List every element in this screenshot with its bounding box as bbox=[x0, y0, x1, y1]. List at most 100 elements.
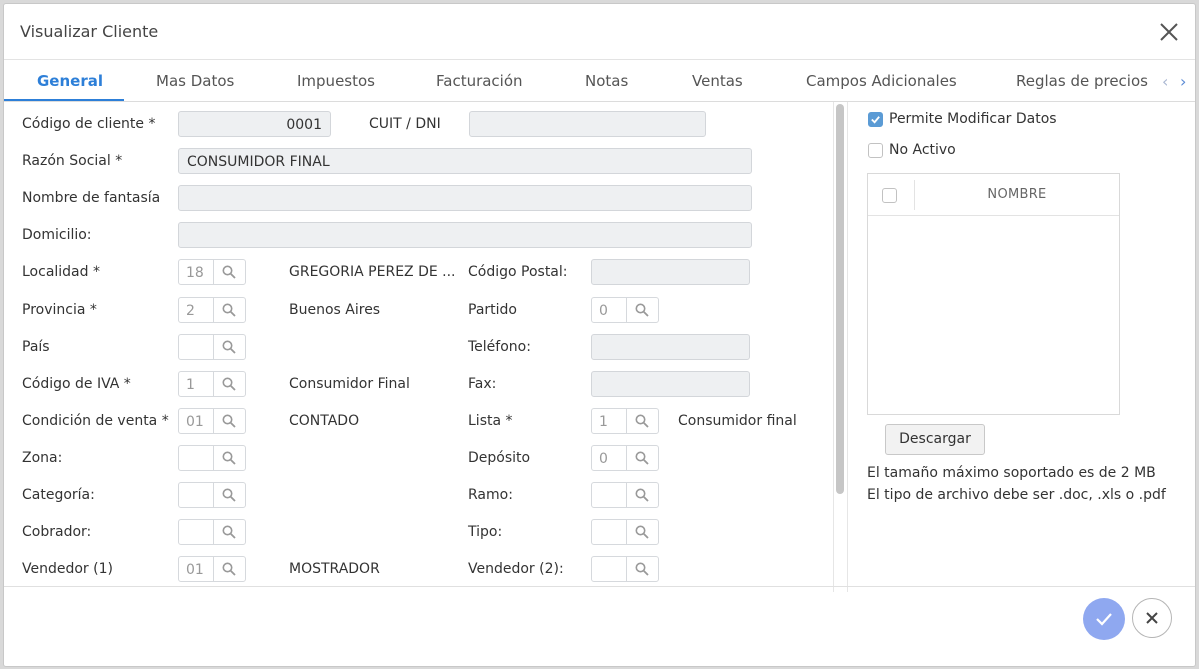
dialog-title: Visualizar Cliente bbox=[20, 22, 159, 41]
search-icon[interactable] bbox=[214, 557, 245, 581]
search-icon[interactable] bbox=[214, 446, 245, 470]
nombre-fantasia-field[interactable] bbox=[178, 185, 752, 211]
codigo-cliente-field[interactable]: 0001 bbox=[178, 111, 331, 137]
client-dialog: Visualizar Cliente General Mas Datos Imp… bbox=[3, 3, 1196, 667]
tab-notas[interactable]: Notas bbox=[585, 72, 628, 90]
deposito-lookup[interactable]: 0 bbox=[591, 445, 659, 471]
chevron-right-icon[interactable]: › bbox=[1180, 72, 1186, 91]
vendedor2-code[interactable] bbox=[592, 557, 627, 581]
fax-field[interactable] bbox=[591, 371, 750, 397]
cobrador-code[interactable] bbox=[179, 520, 214, 544]
telefono-field[interactable] bbox=[591, 334, 750, 360]
pais-lookup[interactable] bbox=[178, 334, 246, 360]
nombre-column-header[interactable]: NOMBRE bbox=[915, 187, 1119, 202]
vendedor2-label: Vendedor (2): bbox=[468, 561, 564, 577]
lista-label: Lista * bbox=[468, 413, 513, 429]
tab-mas-datos[interactable]: Mas Datos bbox=[156, 72, 234, 90]
condicion-venta-code[interactable]: 01 bbox=[179, 409, 214, 433]
vendedor1-code[interactable]: 01 bbox=[179, 557, 214, 581]
active-tab-indicator bbox=[4, 99, 124, 101]
permite-modificar-label: Permite Modificar Datos bbox=[889, 111, 1057, 127]
tab-ventas[interactable]: Ventas bbox=[692, 72, 743, 90]
codigo-iva-label: Código de IVA * bbox=[22, 376, 131, 392]
chevron-left-icon[interactable]: ‹ bbox=[1162, 72, 1168, 91]
tab-campos-adicionales[interactable]: Campos Adicionales bbox=[806, 72, 957, 90]
vendedor1-lookup[interactable]: 01 bbox=[178, 556, 246, 582]
provincia-code[interactable]: 2 bbox=[179, 298, 214, 322]
info-type-text: El tipo de archivo debe ser .doc, .xls o… bbox=[867, 487, 1166, 503]
tab-facturacion[interactable]: Facturación bbox=[436, 72, 523, 90]
search-icon[interactable] bbox=[627, 557, 658, 581]
search-icon[interactable] bbox=[214, 335, 245, 359]
categoria-code[interactable] bbox=[179, 483, 214, 507]
search-icon[interactable] bbox=[214, 372, 245, 396]
scrollbar-thumb[interactable] bbox=[836, 104, 844, 494]
download-button[interactable]: Descargar bbox=[885, 424, 985, 455]
search-icon[interactable] bbox=[214, 409, 245, 433]
cobrador-lookup[interactable] bbox=[178, 519, 246, 545]
lista-desc: Consumidor final bbox=[678, 413, 797, 429]
cancel-button[interactable] bbox=[1132, 598, 1172, 638]
tab-general[interactable]: General bbox=[37, 72, 103, 90]
condicion-venta-label: Condición de venta * bbox=[22, 413, 169, 429]
permite-modificar-checkbox[interactable] bbox=[868, 112, 883, 127]
partido-lookup[interactable]: 0 bbox=[591, 297, 659, 323]
categoria-label: Categoría: bbox=[22, 487, 95, 503]
codigo-postal-field[interactable] bbox=[591, 259, 750, 285]
codigo-iva-lookup[interactable]: 1 bbox=[178, 371, 246, 397]
tipo-lookup[interactable] bbox=[591, 519, 659, 545]
domicilio-field[interactable] bbox=[178, 222, 752, 248]
select-all-checkbox[interactable] bbox=[882, 188, 897, 203]
pais-code[interactable] bbox=[179, 335, 214, 359]
cuit-dni-field[interactable] bbox=[469, 111, 706, 137]
search-icon[interactable] bbox=[627, 520, 658, 544]
zona-code[interactable] bbox=[179, 446, 214, 470]
localidad-code[interactable]: 18 bbox=[179, 260, 214, 284]
tab-bar: General Mas Datos Impuestos Facturación … bbox=[4, 60, 1195, 102]
provincia-label: Provincia * bbox=[22, 302, 97, 318]
telefono-label: Teléfono: bbox=[468, 339, 531, 355]
deposito-code[interactable]: 0 bbox=[592, 446, 627, 470]
dialog-header: Visualizar Cliente bbox=[4, 4, 1195, 60]
fax-label: Fax: bbox=[468, 376, 497, 392]
tab-impuestos[interactable]: Impuestos bbox=[297, 72, 375, 90]
search-icon[interactable] bbox=[627, 409, 658, 433]
search-icon[interactable] bbox=[214, 483, 245, 507]
search-icon[interactable] bbox=[627, 483, 658, 507]
lista-code[interactable]: 1 bbox=[592, 409, 627, 433]
check-icon bbox=[1096, 613, 1112, 626]
search-icon[interactable] bbox=[627, 446, 658, 470]
vendedor2-lookup[interactable] bbox=[591, 556, 659, 582]
tipo-label: Tipo: bbox=[468, 524, 503, 540]
search-icon[interactable] bbox=[214, 260, 245, 284]
condicion-venta-lookup[interactable]: 01 bbox=[178, 408, 246, 434]
razon-social-label: Razón Social * bbox=[22, 153, 123, 169]
no-activo-checkbox[interactable] bbox=[868, 143, 883, 158]
localidad-desc: GREGORIA PEREZ DE ... bbox=[289, 264, 456, 280]
razon-social-field[interactable]: CONSUMIDOR FINAL bbox=[178, 148, 752, 174]
lista-lookup[interactable]: 1 bbox=[591, 408, 659, 434]
info-size-text: El tamaño máximo soportado es de 2 MB bbox=[867, 465, 1156, 481]
codigo-cliente-label: Código de cliente * bbox=[22, 116, 156, 132]
localidad-lookup[interactable]: 18 bbox=[178, 259, 246, 285]
categoria-lookup[interactable] bbox=[178, 482, 246, 508]
confirm-button[interactable] bbox=[1083, 598, 1125, 640]
close-icon[interactable] bbox=[1157, 20, 1181, 44]
zona-lookup[interactable] bbox=[178, 445, 246, 471]
search-icon[interactable] bbox=[214, 520, 245, 544]
search-icon[interactable] bbox=[627, 298, 658, 322]
tipo-code[interactable] bbox=[592, 520, 627, 544]
cobrador-label: Cobrador: bbox=[22, 524, 92, 540]
tab-reglas-de-precios[interactable]: Reglas de precios bbox=[1016, 72, 1148, 90]
ramo-lookup[interactable] bbox=[591, 482, 659, 508]
attachments-table: NOMBRE bbox=[867, 173, 1120, 415]
codigo-iva-code[interactable]: 1 bbox=[179, 372, 214, 396]
no-activo-label: No Activo bbox=[889, 142, 956, 158]
localidad-label: Localidad * bbox=[22, 264, 100, 280]
partido-label: Partido bbox=[468, 302, 517, 318]
search-icon[interactable] bbox=[214, 298, 245, 322]
partido-code[interactable]: 0 bbox=[592, 298, 627, 322]
ramo-code[interactable] bbox=[592, 483, 627, 507]
zona-label: Zona: bbox=[22, 450, 63, 466]
provincia-lookup[interactable]: 2 bbox=[178, 297, 246, 323]
